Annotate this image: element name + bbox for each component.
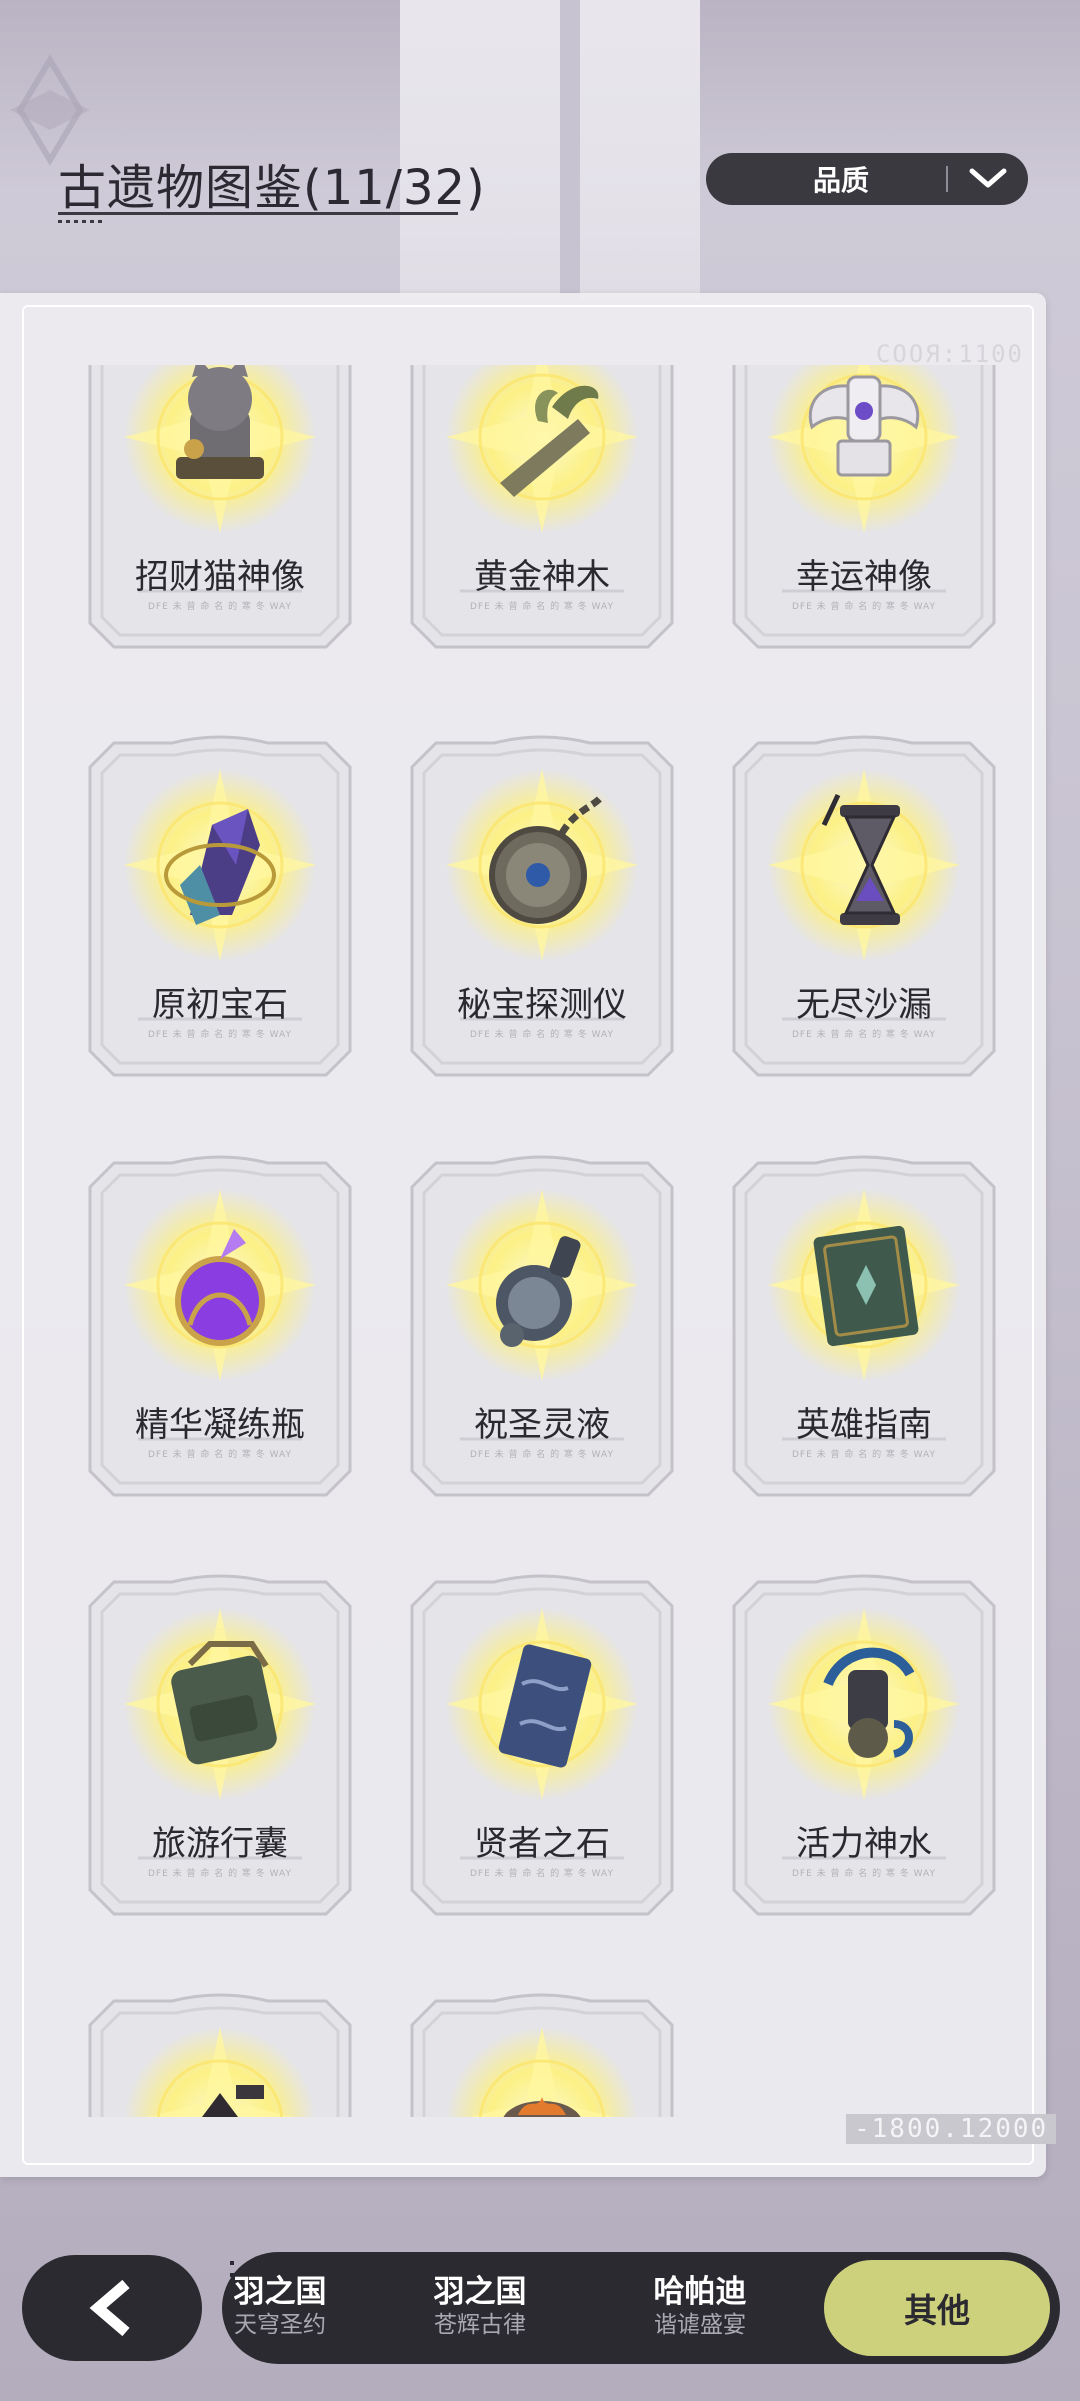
panel-code-bottom: -1800.12000 xyxy=(846,2114,1057,2144)
relic-card[interactable]: 秘宝探测仪 DFE 未 曾 命 名 的 寒 冬 WAY xyxy=(398,733,686,1093)
relic-name: 幸运神像 xyxy=(796,557,932,597)
relic-name: 秘宝探测仪 xyxy=(457,985,627,1025)
relic-grid[interactable]: 招财猫神像 DFE 未 曾 命 名 的 寒 冬 WAY 黄金神木 DFE 未 曾 命 … xyxy=(22,365,1026,2117)
sort-label: 品质 xyxy=(812,164,869,197)
holy-liquid-icon xyxy=(442,1185,642,1385)
relic-card[interactable]: 英雄指南 DFE 未 曾 命 名 的 寒 冬 WAY xyxy=(720,1153,1008,1513)
relic-subtitle: DFE 未 曾 命 名 的 寒 冬 WAY xyxy=(469,1450,615,1460)
primal-gem-icon xyxy=(120,765,320,965)
tab-title: 羽之国 xyxy=(433,2274,527,2310)
relic-card[interactable]: 无尽沙漏 DFE 未 曾 命 名 的 寒 冬 WAY xyxy=(720,733,1008,1093)
background-window-frame xyxy=(560,0,580,300)
relic-subtitle: DFE 未 曾 命 名 的 寒 冬 WAY xyxy=(147,602,293,612)
relic-subtitle: DFE 未 曾 命 名 的 寒 冬 WAY xyxy=(469,602,615,612)
tab-yuzhiguo-canghui[interactable]: 羽之国 苍辉古律 xyxy=(418,2274,542,2340)
relic-name: 活力神水 xyxy=(796,1824,932,1864)
dark-relic-icon xyxy=(120,2023,320,2117)
panel-code-top: COOЯ:1100 xyxy=(875,340,1024,368)
tab-other[interactable]: 其他 xyxy=(824,2260,1050,2356)
relic-card[interactable]: 贤者之石 DFE 未 曾 命 名 的 寒 冬 WAY xyxy=(398,1572,686,1932)
relic-subtitle: DFE 未 曾 命 名 的 寒 冬 WAY xyxy=(791,1450,937,1460)
relic-card[interactable]: 祝圣灵液 DFE 未 曾 命 名 的 寒 冬 WAY xyxy=(398,1153,686,1513)
pocket-watch-icon xyxy=(442,765,642,965)
relic-name: 无尽沙漏 xyxy=(796,985,932,1025)
relic-card[interactable]: 招财猫神像 DFE 未 曾 命 名 的 寒 冬 WAY xyxy=(76,365,364,665)
relic-card[interactable] xyxy=(398,1991,686,2117)
relic-subtitle: DFE 未 曾 命 名 的 寒 冬 WAY xyxy=(147,1030,293,1040)
relic-subtitle: DFE 未 曾 命 名 的 寒 冬 WAY xyxy=(791,602,937,612)
potion-flask-icon xyxy=(120,1185,320,1385)
relic-subtitle: DFE 未 曾 命 名 的 寒 冬 WAY xyxy=(791,1030,937,1040)
tab-subtitle: 苍辉古律 xyxy=(434,2312,526,2338)
relic-subtitle: DFE 未 曾 命 名 的 寒 冬 WAY xyxy=(791,1869,937,1879)
vitality-water-icon xyxy=(764,1604,964,1804)
relic-card[interactable]: 幸运神像 DFE 未 曾 命 名 的 寒 冬 WAY xyxy=(720,365,1008,665)
relic-card[interactable] xyxy=(76,1991,364,2117)
back-button[interactable] xyxy=(22,2255,202,2361)
tab-subtitle: 天穹圣约 xyxy=(234,2312,326,2338)
quality-sort-dropdown[interactable]: 品质 xyxy=(706,153,1028,205)
title-underline xyxy=(58,212,458,215)
tab-title: 哈帕迪 xyxy=(653,2274,747,2310)
lucky-cat-statue-icon xyxy=(120,365,320,537)
relic-subtitle: DFE 未 曾 命 名 的 寒 冬 WAY xyxy=(147,1450,293,1460)
page-title: 古遗物图鉴(11/32) xyxy=(58,160,486,216)
relic-subtitle: DFE 未 曾 命 名 的 寒 冬 WAY xyxy=(469,1030,615,1040)
relic-name: 旅游行囊 xyxy=(152,1824,288,1864)
relic-name: 黄金神木 xyxy=(474,557,610,597)
winged-idol-icon xyxy=(764,365,964,537)
golden-branch-icon xyxy=(442,365,642,537)
title-dots xyxy=(58,220,106,223)
relic-name: 精华凝练瓶 xyxy=(135,1405,305,1445)
relic-card[interactable]: 旅游行囊 DFE 未 曾 命 名 的 寒 冬 WAY xyxy=(76,1572,364,1932)
tab-subtitle: 谐谑盛宴 xyxy=(654,2312,746,2338)
relic-card[interactable]: 原初宝石 DFE 未 曾 命 名 的 寒 冬 WAY xyxy=(76,733,364,1093)
relic-name: 贤者之石 xyxy=(474,1824,610,1864)
relic-card[interactable]: 黄金神木 DFE 未 曾 命 名 的 寒 冬 WAY xyxy=(398,365,686,665)
sage-stone-icon xyxy=(442,1604,642,1804)
backpack-icon xyxy=(120,1604,320,1804)
relic-name: 英雄指南 xyxy=(796,1405,932,1445)
relic-name: 祝圣灵液 xyxy=(474,1405,610,1445)
chevron-left-icon xyxy=(89,2279,130,2337)
relic-subtitle: DFE 未 曾 命 名 的 寒 冬 WAY xyxy=(147,1869,293,1879)
tab-hapadi[interactable]: 哈帕迪 谐谑盛宴 xyxy=(638,2274,762,2340)
hero-book-icon xyxy=(764,1185,964,1385)
relic-card[interactable]: 精华凝练瓶 DFE 未 曾 命 名 的 寒 冬 WAY xyxy=(76,1153,364,1513)
relic-name: 招财猫神像 xyxy=(135,557,305,597)
chevron-down-icon[interactable] xyxy=(948,167,1028,191)
tab-yuzhiguo-tianqiong[interactable]: 羽之国 天穹圣约 xyxy=(222,2274,342,2340)
relic-subtitle: DFE 未 曾 命 名 的 寒 冬 WAY xyxy=(469,1869,615,1879)
fire-pot-icon xyxy=(442,2023,642,2117)
hourglass-icon xyxy=(764,765,964,965)
region-tab-bar: 羽之国 天穹圣约 羽之国 苍辉古律 哈帕迪 谐谑盛宴 其他 xyxy=(222,2252,1060,2364)
tab-title: 羽之国 xyxy=(233,2274,327,2310)
relic-card[interactable]: 活力神水 DFE 未 曾 命 名 的 寒 冬 WAY xyxy=(720,1572,1008,1932)
relic-name: 原初宝石 xyxy=(152,985,288,1025)
